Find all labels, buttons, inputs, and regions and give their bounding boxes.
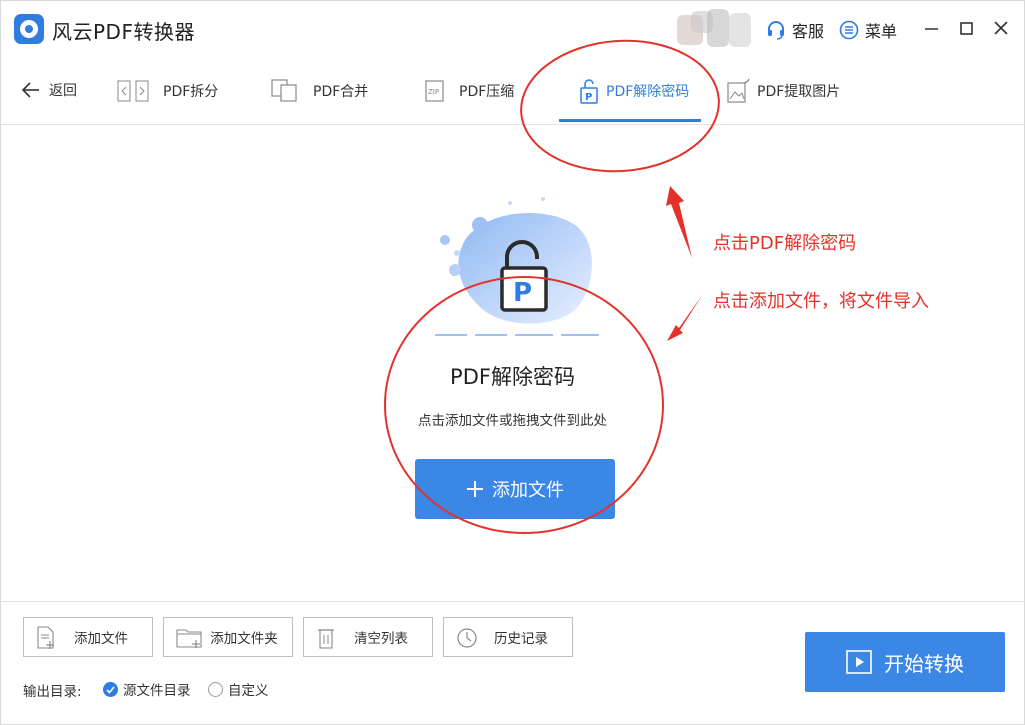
annotation-step-2: 点击添加文件，将文件导入 <box>713 291 929 312</box>
arrow-left-icon <box>21 82 39 98</box>
play-icon <box>846 650 872 674</box>
toolbar-history-button[interactable]: 历史记录 <box>443 617 573 657</box>
tab-pdf-extract-images[interactable]: PDF提取图片 <box>727 58 840 124</box>
tab-label: PDF解除密码 <box>606 84 690 100</box>
svg-text:P: P <box>513 278 532 308</box>
tab-label: PDF提取图片 <box>757 84 841 100</box>
title-bar: 风云PDF转换器 客服 菜单 <box>0 0 1025 58</box>
output-directory-label: 输出目录: <box>23 684 82 700</box>
toolbar-history-label: 历史记录 <box>494 631 548 647</box>
tab-label: PDF压缩 <box>459 84 515 100</box>
toolbar-add-folder-label: 添加文件夹 <box>210 631 278 647</box>
toolbar-clear-list-label: 清空列表 <box>354 631 408 647</box>
plus-icon <box>467 481 483 497</box>
minimize-button[interactable] <box>921 16 943 40</box>
output-option-source-dir[interactable]: 源文件目录 <box>103 679 191 699</box>
start-convert-button[interactable]: 开始转换 <box>805 632 1005 692</box>
app-title: 风云PDF转换器 <box>52 20 195 44</box>
unlock-illustration: P <box>435 197 599 336</box>
tab-pdf-unlock[interactable]: P PDF解除密码 <box>580 58 689 124</box>
minimize-icon <box>925 28 938 30</box>
image-extract-icon <box>727 78 750 103</box>
radio-checked-icon <box>103 681 118 697</box>
annotation-step-1: 点击PDF解除密码 <box>713 233 857 254</box>
maximize-icon <box>960 22 973 35</box>
user-avatar[interactable] <box>677 9 751 47</box>
list-menu-icon <box>839 20 859 40</box>
back-label: 返回 <box>49 83 77 99</box>
drop-zone-hint: 点击添加文件或拖拽文件到此处 <box>418 413 607 429</box>
tab-pdf-compress[interactable]: ZIP PDF压缩 <box>425 58 514 124</box>
menu-button[interactable]: 菜单 <box>839 18 897 42</box>
back-button[interactable]: 返回 <box>21 80 77 100</box>
start-convert-label: 开始转换 <box>884 651 964 676</box>
radio-label: 自定义 <box>228 683 269 699</box>
close-icon <box>994 21 1008 35</box>
maximize-button[interactable] <box>956 16 978 40</box>
split-icon <box>117 80 149 102</box>
app-logo-icon <box>14 14 44 44</box>
merge-icon <box>271 79 297 102</box>
menu-label: 菜单 <box>865 22 898 41</box>
radio-label: 源文件目录 <box>123 683 191 699</box>
toolbar-clear-list-button[interactable]: 清空列表 <box>303 617 433 657</box>
tab-label: PDF合并 <box>313 84 369 100</box>
toolbar-add-folder-button[interactable]: 添加文件夹 <box>163 617 293 657</box>
close-button[interactable] <box>990 16 1012 40</box>
add-file-button[interactable]: 添加文件 <box>415 459 615 519</box>
toolbar-add-file-button[interactable]: 添加文件 <box>23 617 153 657</box>
tab-pdf-merge[interactable]: PDF合并 <box>271 58 368 124</box>
output-option-custom[interactable]: 自定义 <box>208 679 269 699</box>
tab-pdf-split[interactable]: PDF拆分 <box>117 58 218 124</box>
svg-text:P: P <box>585 92 592 103</box>
active-tab-indicator <box>559 119 701 122</box>
tab-label: PDF拆分 <box>163 84 219 100</box>
customer-service-button[interactable]: 客服 <box>766 18 824 42</box>
customer-service-label: 客服 <box>792 22 825 41</box>
headset-icon <box>768 21 784 40</box>
svg-text:ZIP: ZIP <box>428 88 439 96</box>
toolbar-add-file-label: 添加文件 <box>74 631 128 647</box>
add-file-label: 添加文件 <box>492 480 564 501</box>
zip-icon: ZIP <box>425 80 444 102</box>
radio-unchecked-icon <box>208 681 223 697</box>
drop-zone-title: PDF解除密码 <box>450 365 575 389</box>
unlock-pdf-icon: P <box>580 79 598 104</box>
tool-tab-bar: 返回 PDF拆分 PDF合并 ZIP PDF压缩 P PDF解除密码 PDF提取… <box>0 58 1025 125</box>
